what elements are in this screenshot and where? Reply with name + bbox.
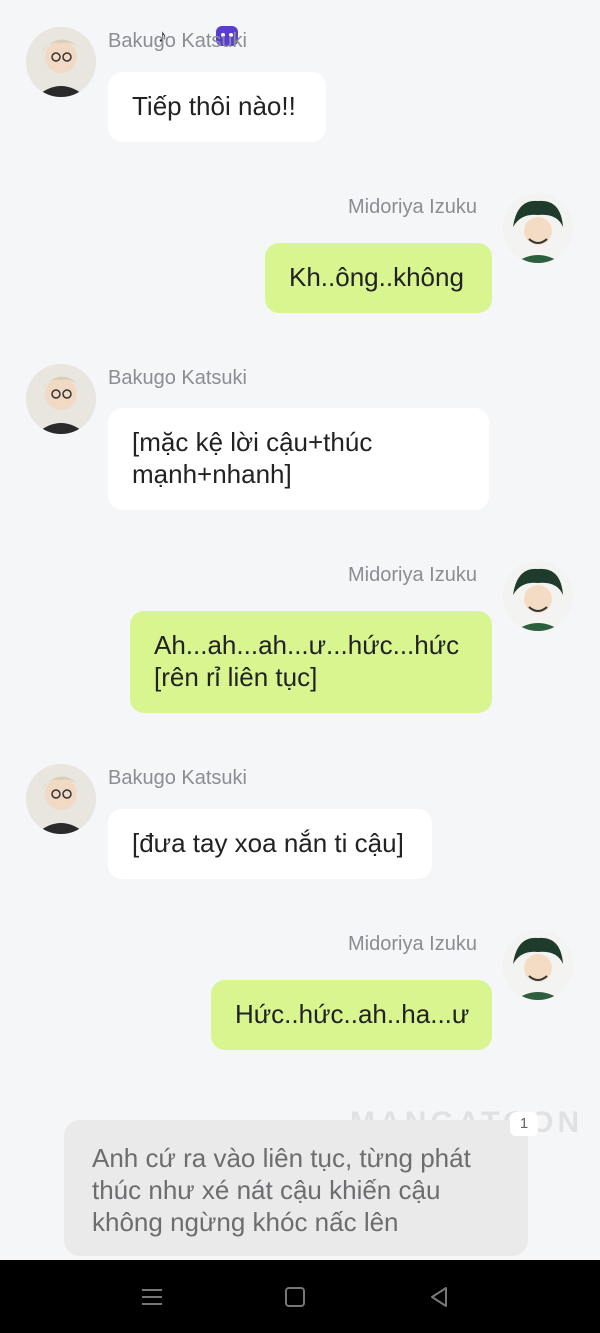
- sender-name: Bakugo Katsuki: [108, 367, 247, 389]
- message-bubble[interactable]: Tiếp thôi nào!!: [108, 72, 326, 142]
- bakugo-avatar[interactable]: [26, 764, 96, 834]
- narration-box[interactable]: Anh cứ ra vào liên tục, từng phát thúc n…: [64, 1120, 528, 1256]
- home-square-icon[interactable]: [280, 1282, 310, 1312]
- midoriya-avatar[interactable]: [503, 193, 573, 263]
- menu-icon[interactable]: [137, 1282, 167, 1312]
- bakugo-avatar[interactable]: [26, 27, 96, 97]
- message-bubble[interactable]: Hức..hức..ah..ha...ư: [211, 980, 492, 1050]
- message-bubble[interactable]: Kh..ông..không: [265, 243, 492, 313]
- narration-badge: 1: [510, 1112, 538, 1136]
- sender-name: Bakugo Katsuki: [108, 767, 247, 789]
- sender-name: Bakugo Katsuki: [108, 30, 247, 52]
- midoriya-avatar[interactable]: [503, 930, 573, 1000]
- sender-name: Midoriya Izuku: [348, 933, 477, 955]
- message-bubble[interactable]: Ah...ah...ah...ư...hức...hức [rên rỉ liê…: [130, 611, 492, 713]
- sender-name: Midoriya Izuku: [348, 196, 477, 218]
- message-bubble[interactable]: [đưa tay xoa nắn ti cậu]: [108, 809, 432, 879]
- android-nav-bar: [0, 1260, 600, 1333]
- midoriya-avatar[interactable]: [503, 561, 573, 631]
- message-bubble[interactable]: [mặc kệ lời cậu+thúc mạnh+nhanh]: [108, 408, 489, 510]
- bakugo-avatar[interactable]: [26, 364, 96, 434]
- back-triangle-icon[interactable]: [424, 1282, 454, 1312]
- sender-name: Midoriya Izuku: [348, 564, 477, 586]
- chat-area: ♪ Bakugo Katsuki Tiếp thôi nào!! Midoriy…: [0, 0, 600, 1260]
